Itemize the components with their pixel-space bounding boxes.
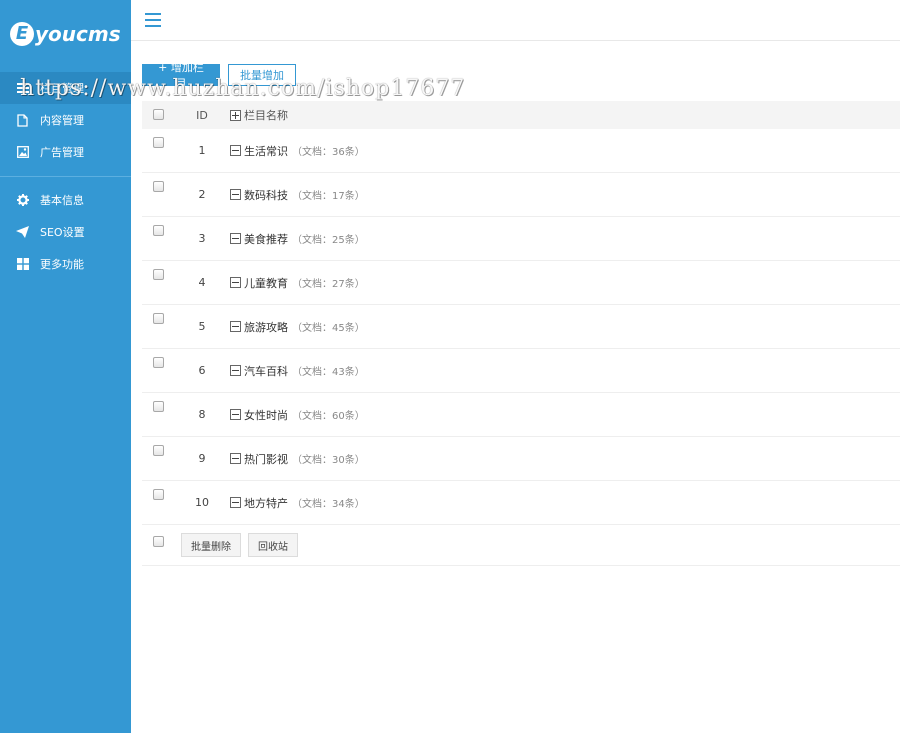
select-all-checkbox[interactable] [152, 108, 164, 120]
column-name-link[interactable]: 汽车百科 [244, 363, 288, 379]
sidebar-item-label: 栏目管理 [40, 82, 84, 95]
sidebar-item-columns[interactable]: 栏目管理 [0, 72, 131, 104]
table-row: 5 旅游攻略 （文档：45条） [142, 305, 900, 349]
top-bar [131, 0, 900, 41]
column-name-link[interactable]: 热门影视 [244, 451, 288, 467]
doc-count: （文档：43条） [292, 367, 365, 378]
sidebar-item-label: 内容管理 [40, 114, 84, 127]
table-body: 1 生活常识 （文档：36条） 2 数码科技 （文档：17条） 3 美食推荐 （文档：25条） 4… [142, 129, 900, 525]
toolbar: + 增加栏目 批量增加 [142, 61, 296, 90]
logo: E youcms [10, 18, 125, 50]
collapse-icon[interactable] [230, 277, 241, 288]
sidebar-item-content[interactable]: 内容管理 [0, 104, 131, 136]
sidebar-divider [0, 176, 131, 177]
row-checkbox[interactable] [152, 312, 164, 324]
doc-count: （文档：27条） [292, 279, 365, 290]
collapse-icon[interactable] [230, 409, 241, 420]
list-icon [16, 82, 29, 95]
footer-select-checkbox[interactable] [152, 535, 164, 547]
column-table: ID 栏目名称 1 生活常识 （文档：36条） 2 数码科技 （文档：17条） 3 美食推荐 （… [142, 101, 900, 566]
sidebar-item-more[interactable]: 更多功能 [0, 248, 131, 280]
row-id: 6 [198, 364, 206, 377]
row-id: 2 [198, 188, 206, 201]
column-name-link[interactable]: 美食推荐 [244, 231, 288, 247]
sidebar: E youcms 栏目管理 内容管理 广告管理 基本信息 SEO设置 更多功能 [0, 0, 131, 733]
expand-all-icon[interactable] [230, 109, 241, 121]
column-name-link[interactable]: 地方特产 [244, 495, 288, 511]
column-name-link[interactable]: 数码科技 [244, 187, 288, 203]
batch-delete-button[interactable]: 批量删除 [181, 533, 241, 557]
table-row: 9 热门影视 （文档：30条） [142, 437, 900, 481]
table-row: 10 地方特产 （文档：34条） [142, 481, 900, 525]
sidebar-item-basic-info[interactable]: 基本信息 [0, 184, 131, 216]
row-checkbox[interactable] [152, 224, 164, 236]
send-icon [16, 226, 29, 239]
row-checkbox[interactable] [152, 136, 164, 148]
header-id: ID [196, 108, 208, 122]
collapse-icon[interactable] [230, 365, 241, 376]
gear-icon [16, 194, 29, 207]
table-row: 2 数码科技 （文档：17条） [142, 173, 900, 217]
collapse-icon[interactable] [230, 453, 241, 464]
doc-count: （文档：45条） [292, 323, 365, 334]
table-row: 6 汽车百科 （文档：43条） [142, 349, 900, 393]
logo-text: youcms [35, 22, 121, 46]
table-row: 1 生活常识 （文档：36条） [142, 129, 900, 173]
row-id: 8 [198, 408, 206, 421]
row-checkbox[interactable] [152, 488, 164, 500]
collapse-icon[interactable] [230, 145, 241, 156]
column-name-link[interactable]: 儿童教育 [244, 275, 288, 291]
table-footer: 批量删除 回收站 [142, 525, 900, 566]
doc-count: （文档：17条） [292, 191, 365, 202]
sidebar-nav: 栏目管理 内容管理 广告管理 基本信息 SEO设置 更多功能 [0, 72, 131, 280]
doc-count: （文档：30条） [292, 455, 365, 466]
row-checkbox[interactable] [152, 268, 164, 280]
batch-add-button[interactable]: 批量增加 [228, 64, 296, 86]
logo-mark: E [10, 22, 34, 46]
column-name-link[interactable]: 旅游攻略 [244, 319, 288, 335]
row-checkbox[interactable] [152, 400, 164, 412]
doc-count: （文档：36条） [292, 147, 365, 158]
collapse-icon[interactable] [230, 321, 241, 332]
doc-count: （文档：60条） [292, 411, 365, 422]
table-row: 3 美食推荐 （文档：25条） [142, 217, 900, 261]
header-name: 栏目名称 [244, 109, 288, 122]
collapse-icon[interactable] [230, 497, 241, 508]
sidebar-item-label: 广告管理 [40, 146, 84, 159]
table-row: 4 儿童教育 （文档：27条） [142, 261, 900, 305]
sidebar-item-label: 基本信息 [40, 194, 84, 207]
row-checkbox[interactable] [152, 180, 164, 192]
row-id: 4 [198, 276, 206, 289]
collapse-icon[interactable] [230, 233, 241, 244]
row-id: 9 [198, 452, 206, 465]
row-checkbox[interactable] [152, 356, 164, 368]
add-column-button[interactable]: + 增加栏目 [142, 61, 220, 90]
doc-count: （文档：34条） [292, 499, 365, 510]
sidebar-item-ads[interactable]: 广告管理 [0, 136, 131, 168]
collapse-icon[interactable] [230, 189, 241, 200]
sidebar-item-seo[interactable]: SEO设置 [0, 216, 131, 248]
row-id: 5 [198, 320, 206, 333]
app-window: E youcms 栏目管理 内容管理 广告管理 基本信息 SEO设置 更多功能 … [0, 0, 900, 733]
sidebar-item-label: SEO设置 [40, 226, 85, 239]
doc-count: （文档：25条） [292, 235, 365, 246]
column-name-link[interactable]: 生活常识 [244, 143, 288, 159]
menu-toggle-icon[interactable] [145, 13, 161, 27]
sidebar-item-label: 更多功能 [40, 258, 84, 271]
table-header: ID 栏目名称 [142, 101, 900, 129]
row-id: 10 [195, 496, 209, 509]
row-checkbox[interactable] [152, 444, 164, 456]
column-name-link[interactable]: 女性时尚 [244, 407, 288, 423]
recycle-bin-button[interactable]: 回收站 [248, 533, 298, 557]
grid-icon [16, 258, 29, 271]
file-icon [16, 113, 29, 127]
row-id: 1 [198, 144, 206, 157]
row-id: 3 [198, 232, 206, 245]
table-row: 8 女性时尚 （文档：60条） [142, 393, 900, 437]
image-icon [16, 146, 29, 159]
